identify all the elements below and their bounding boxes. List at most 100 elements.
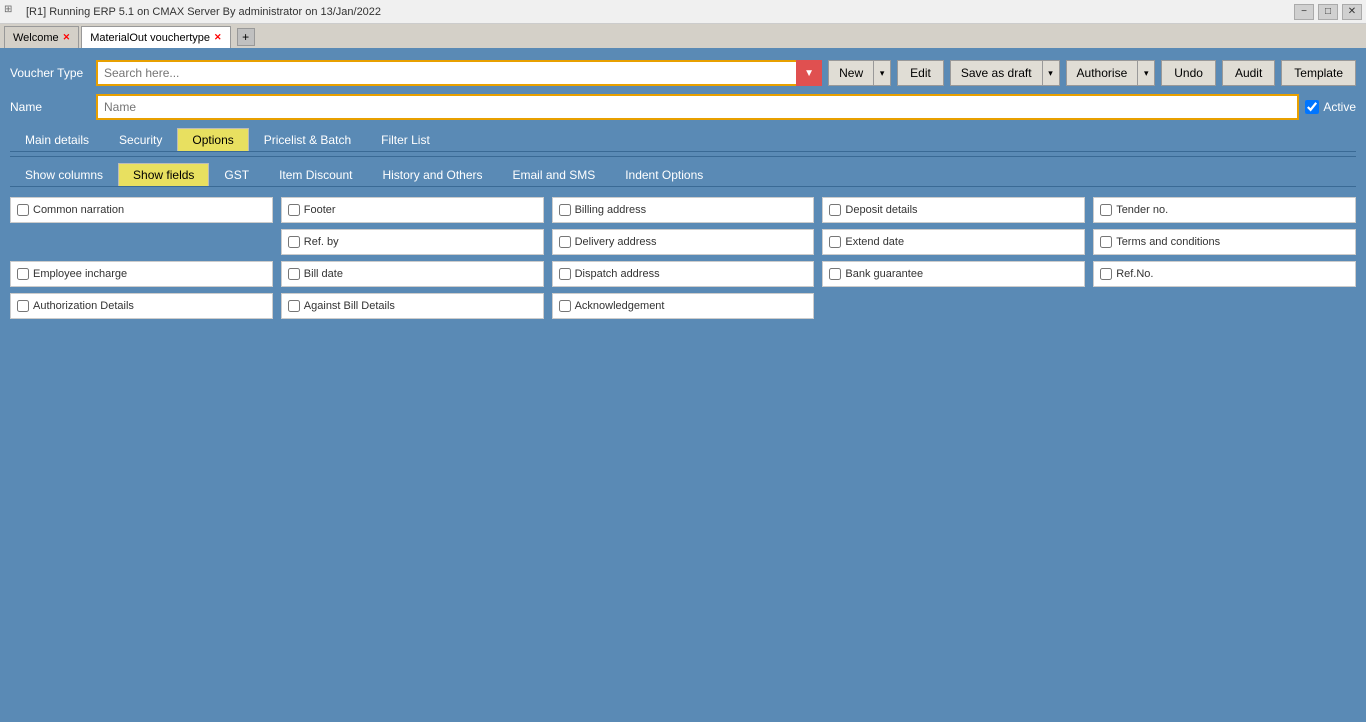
- edit-button[interactable]: Edit: [897, 60, 944, 86]
- subtab-show-columns[interactable]: Show columns: [10, 163, 118, 186]
- tab-add-button[interactable]: +: [237, 28, 255, 46]
- tab-materialout[interactable]: MaterialOut vouchertype ✕: [81, 26, 230, 48]
- field-bank-guarantee-label: Bank guarantee: [845, 268, 923, 280]
- new-dropdown-button[interactable]: ▾: [873, 60, 891, 86]
- field-employee-incharge-checkbox[interactable]: [17, 268, 29, 280]
- field-deposit-details-label: Deposit details: [845, 204, 917, 216]
- field-billing-address-checkbox[interactable]: [559, 204, 571, 216]
- field-bill-date: Bill date: [281, 261, 544, 287]
- field-authorization-details-checkbox[interactable]: [17, 300, 29, 312]
- undo-button[interactable]: Undo: [1161, 60, 1216, 86]
- window-controls: − □ ✕: [1294, 4, 1362, 20]
- separator: [10, 156, 1356, 157]
- field-common-narration: Common narration: [10, 197, 273, 223]
- field-employee-incharge-label: Employee incharge: [33, 268, 127, 280]
- subtab-item-discount[interactable]: Item Discount: [264, 163, 367, 186]
- tab-main-details[interactable]: Main details: [10, 128, 104, 151]
- field-empty-1: [10, 229, 273, 255]
- field-dispatch-address-checkbox[interactable]: [559, 268, 571, 280]
- field-acknowledgement: Acknowledgement: [552, 293, 815, 319]
- field-footer: Footer: [281, 197, 544, 223]
- field-acknowledgement-label: Acknowledgement: [575, 300, 665, 312]
- field-ref-by-label: Ref. by: [304, 236, 339, 248]
- field-empty-2: [822, 293, 1085, 319]
- subtab-email-sms[interactable]: Email and SMS: [498, 163, 611, 186]
- field-ref-no: Ref.No.: [1093, 261, 1356, 287]
- field-authorization-details: Authorization Details: [10, 293, 273, 319]
- field-billing-address-label: Billing address: [575, 204, 647, 216]
- save-draft-dropdown-button[interactable]: ▾: [1042, 60, 1060, 86]
- field-common-narration-label: Common narration: [33, 204, 124, 216]
- toolbar-row: Voucher Type ▼ New ▾ Edit Save as draft …: [10, 60, 1356, 86]
- fields-grid: Common narration Footer Billing address …: [10, 197, 1356, 319]
- field-extend-date: Extend date: [822, 229, 1085, 255]
- field-footer-checkbox[interactable]: [288, 204, 300, 216]
- voucher-type-label: Voucher Type: [10, 66, 90, 80]
- field-bank-guarantee: Bank guarantee: [822, 261, 1085, 287]
- field-dispatch-address-label: Dispatch address: [575, 268, 660, 280]
- tab-welcome-close[interactable]: ✕: [63, 32, 71, 43]
- app-icon: ⊞: [4, 4, 20, 20]
- tab-welcome[interactable]: Welcome ✕: [4, 26, 79, 48]
- sub-tabs: Show columns Show fields GST Item Discou…: [10, 163, 1356, 187]
- title-text: [R1] Running ERP 5.1 on CMAX Server By a…: [26, 6, 381, 18]
- tab-options[interactable]: Options: [177, 128, 248, 151]
- main-tabs: Main details Security Options Pricelist …: [10, 128, 1356, 152]
- close-button[interactable]: ✕: [1342, 4, 1362, 20]
- field-against-bill-details-checkbox[interactable]: [288, 300, 300, 312]
- field-dispatch-address: Dispatch address: [552, 261, 815, 287]
- field-ref-no-label: Ref.No.: [1116, 268, 1153, 280]
- field-tender-no: Tender no.: [1093, 197, 1356, 223]
- field-empty-3: [1093, 293, 1356, 319]
- field-deposit-details: Deposit details: [822, 197, 1085, 223]
- field-footer-label: Footer: [304, 204, 336, 216]
- save-draft-button-group: Save as draft ▾: [950, 60, 1060, 86]
- subtab-history-others[interactable]: History and Others: [367, 163, 497, 186]
- maximize-button[interactable]: □: [1318, 4, 1338, 20]
- authorise-dropdown-button[interactable]: ▾: [1137, 60, 1155, 86]
- name-label: Name: [10, 100, 90, 114]
- field-terms-conditions-checkbox[interactable]: [1100, 236, 1112, 248]
- field-billing-address: Billing address: [552, 197, 815, 223]
- field-ref-by-checkbox[interactable]: [288, 236, 300, 248]
- field-employee-incharge: Employee incharge: [10, 261, 273, 287]
- minimize-button[interactable]: −: [1294, 4, 1314, 20]
- new-button[interactable]: New: [828, 60, 873, 86]
- field-acknowledgement-checkbox[interactable]: [559, 300, 571, 312]
- field-extend-date-checkbox[interactable]: [829, 236, 841, 248]
- field-tender-no-label: Tender no.: [1116, 204, 1168, 216]
- subtab-gst[interactable]: GST: [209, 163, 264, 186]
- field-against-bill-details-label: Against Bill Details: [304, 300, 395, 312]
- voucher-type-search-input[interactable]: [96, 60, 822, 86]
- field-bank-guarantee-checkbox[interactable]: [829, 268, 841, 280]
- template-button[interactable]: Template: [1281, 60, 1356, 86]
- save-draft-button[interactable]: Save as draft: [950, 60, 1042, 86]
- field-delivery-address: Delivery address: [552, 229, 815, 255]
- field-deposit-details-checkbox[interactable]: [829, 204, 841, 216]
- tab-materialout-close[interactable]: ✕: [214, 32, 222, 43]
- tab-filter-list[interactable]: Filter List: [366, 128, 445, 151]
- authorise-button[interactable]: Authorise: [1066, 60, 1138, 86]
- tab-security[interactable]: Security: [104, 128, 177, 151]
- field-extend-date-label: Extend date: [845, 236, 904, 248]
- field-delivery-address-checkbox[interactable]: [559, 236, 571, 248]
- subtab-show-fields[interactable]: Show fields: [118, 163, 209, 186]
- field-ref-no-checkbox[interactable]: [1100, 268, 1112, 280]
- new-button-group: New ▾: [828, 60, 891, 86]
- voucher-type-search-wrapper: ▼: [96, 60, 822, 86]
- voucher-type-dropdown-button[interactable]: ▼: [796, 60, 822, 86]
- active-checkbox-label: Active: [1305, 100, 1356, 114]
- tab-welcome-label: Welcome: [13, 32, 59, 44]
- subtab-indent-options[interactable]: Indent Options: [610, 163, 718, 186]
- name-input[interactable]: [96, 94, 1299, 120]
- field-terms-conditions: Terms and conditions: [1093, 229, 1356, 255]
- audit-button[interactable]: Audit: [1222, 60, 1275, 86]
- tab-pricelist-batch[interactable]: Pricelist & Batch: [249, 128, 366, 151]
- field-common-narration-checkbox[interactable]: [17, 204, 29, 216]
- field-tender-no-checkbox[interactable]: [1100, 204, 1112, 216]
- active-label: Active: [1323, 100, 1356, 114]
- field-bill-date-label: Bill date: [304, 268, 343, 280]
- main-content: Voucher Type ▼ New ▾ Edit Save as draft …: [0, 50, 1366, 329]
- active-checkbox[interactable]: [1305, 100, 1319, 114]
- field-bill-date-checkbox[interactable]: [288, 268, 300, 280]
